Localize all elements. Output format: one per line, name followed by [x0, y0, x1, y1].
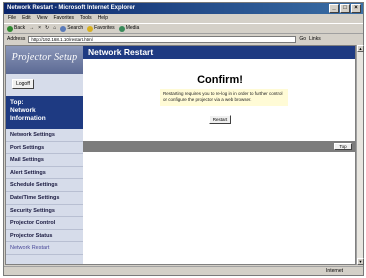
scroll-down-icon[interactable]: ▼ [357, 258, 364, 265]
menu-edit[interactable]: Edit [22, 14, 31, 23]
status-bar: Internet [4, 266, 363, 275]
window-controls: _ □ × [329, 4, 361, 13]
vertical-scrollbar[interactable]: ▲ ▼ [356, 45, 364, 265]
star-icon [87, 25, 94, 32]
sidebar-item-port-settings[interactable]: Port Settings [6, 141, 83, 155]
address-label: Address [7, 36, 26, 42]
sidebar-item-date-time-settings[interactable]: Date/Time Settings [6, 191, 83, 205]
forward-button[interactable]: → [29, 24, 34, 33]
sidebar-item-network-settings[interactable]: Network Settings [6, 129, 83, 142]
confirm-message: Restarting requires you to re-log in in … [160, 89, 288, 106]
sidebar-item-projector-control[interactable]: Projector Control [6, 217, 83, 230]
menu-view[interactable]: View [37, 14, 48, 23]
menu-bar: File Edit View Favorites Tools Help [4, 14, 363, 23]
close-button[interactable]: × [351, 4, 361, 13]
back-arrow-icon [7, 25, 13, 32]
window-title: Network Restart - Microsoft Internet Exp… [7, 5, 136, 11]
search-button[interactable]: Search [60, 24, 83, 33]
menu-help[interactable]: Help [98, 14, 108, 23]
back-button[interactable]: Back [7, 24, 25, 33]
confirm-heading: Confirm! [197, 74, 243, 86]
stop-button[interactable]: × [38, 24, 41, 33]
sidebar-item-top-network-information[interactable]: Top: Network Information [6, 96, 83, 129]
sidebar-top-label: Top: Network Information [10, 99, 46, 122]
address-bar: Address http://192.168.1.10/restart.html… [4, 34, 363, 44]
minimize-button[interactable]: _ [329, 4, 339, 13]
projector-setup-logo: Projector Setup [6, 46, 83, 74]
sidebar-item-mail-settings[interactable]: Mail Settings [6, 154, 83, 167]
title-bar: Network Restart - Microsoft Internet Exp… [4, 3, 363, 14]
media-icon [118, 25, 125, 32]
sidebar-nav: Network Settings Port Settings Mail Sett… [6, 129, 83, 255]
refresh-button[interactable]: ↻ [45, 24, 49, 33]
address-input[interactable]: http://192.168.1.10/restart.html [28, 35, 297, 43]
main-content: Network Restart Confirm! Restarting requ… [83, 46, 355, 264]
search-icon [60, 25, 67, 32]
sidebar-item-network-restart[interactable]: Network Restart [6, 242, 83, 255]
status-zone: Internet [326, 268, 343, 274]
go-button[interactable]: Go [299, 34, 306, 44]
menu-tools[interactable]: Tools [80, 14, 92, 23]
footer-bar: Top [83, 141, 355, 152]
links-button[interactable]: Links [309, 34, 321, 44]
sidebar-item-projector-status[interactable]: Projector Status [6, 229, 83, 243]
favorites-button[interactable]: Favorites [87, 24, 115, 33]
toolbar: Back → × ↻ ⌂ Search Favorites Media [4, 23, 363, 34]
restart-button[interactable]: Restart [209, 115, 231, 124]
sidebar: Projector Setup Logoff Top: Network Info… [6, 46, 83, 264]
menu-favorites[interactable]: Favorites [53, 14, 74, 23]
logoff-button[interactable]: Logoff [12, 79, 34, 89]
page-title: Network Restart [83, 46, 355, 59]
media-button[interactable]: Media [118, 24, 139, 33]
maximize-button[interactable]: □ [340, 4, 350, 13]
scroll-up-icon[interactable]: ▲ [357, 45, 364, 52]
sidebar-item-security-settings[interactable]: Security Settings [6, 204, 83, 218]
browser-window: Network Restart - Microsoft Internet Exp… [3, 2, 364, 276]
menu-file[interactable]: File [8, 14, 16, 23]
home-button[interactable]: ⌂ [53, 24, 56, 33]
top-button[interactable]: Top [334, 143, 352, 150]
logoff-row: Logoff [6, 74, 83, 96]
sidebar-item-alert-settings[interactable]: Alert Settings [6, 166, 83, 180]
page-viewport: Projector Setup Logoff Top: Network Info… [5, 45, 356, 265]
sidebar-item-schedule-settings[interactable]: Schedule Settings [6, 179, 83, 192]
